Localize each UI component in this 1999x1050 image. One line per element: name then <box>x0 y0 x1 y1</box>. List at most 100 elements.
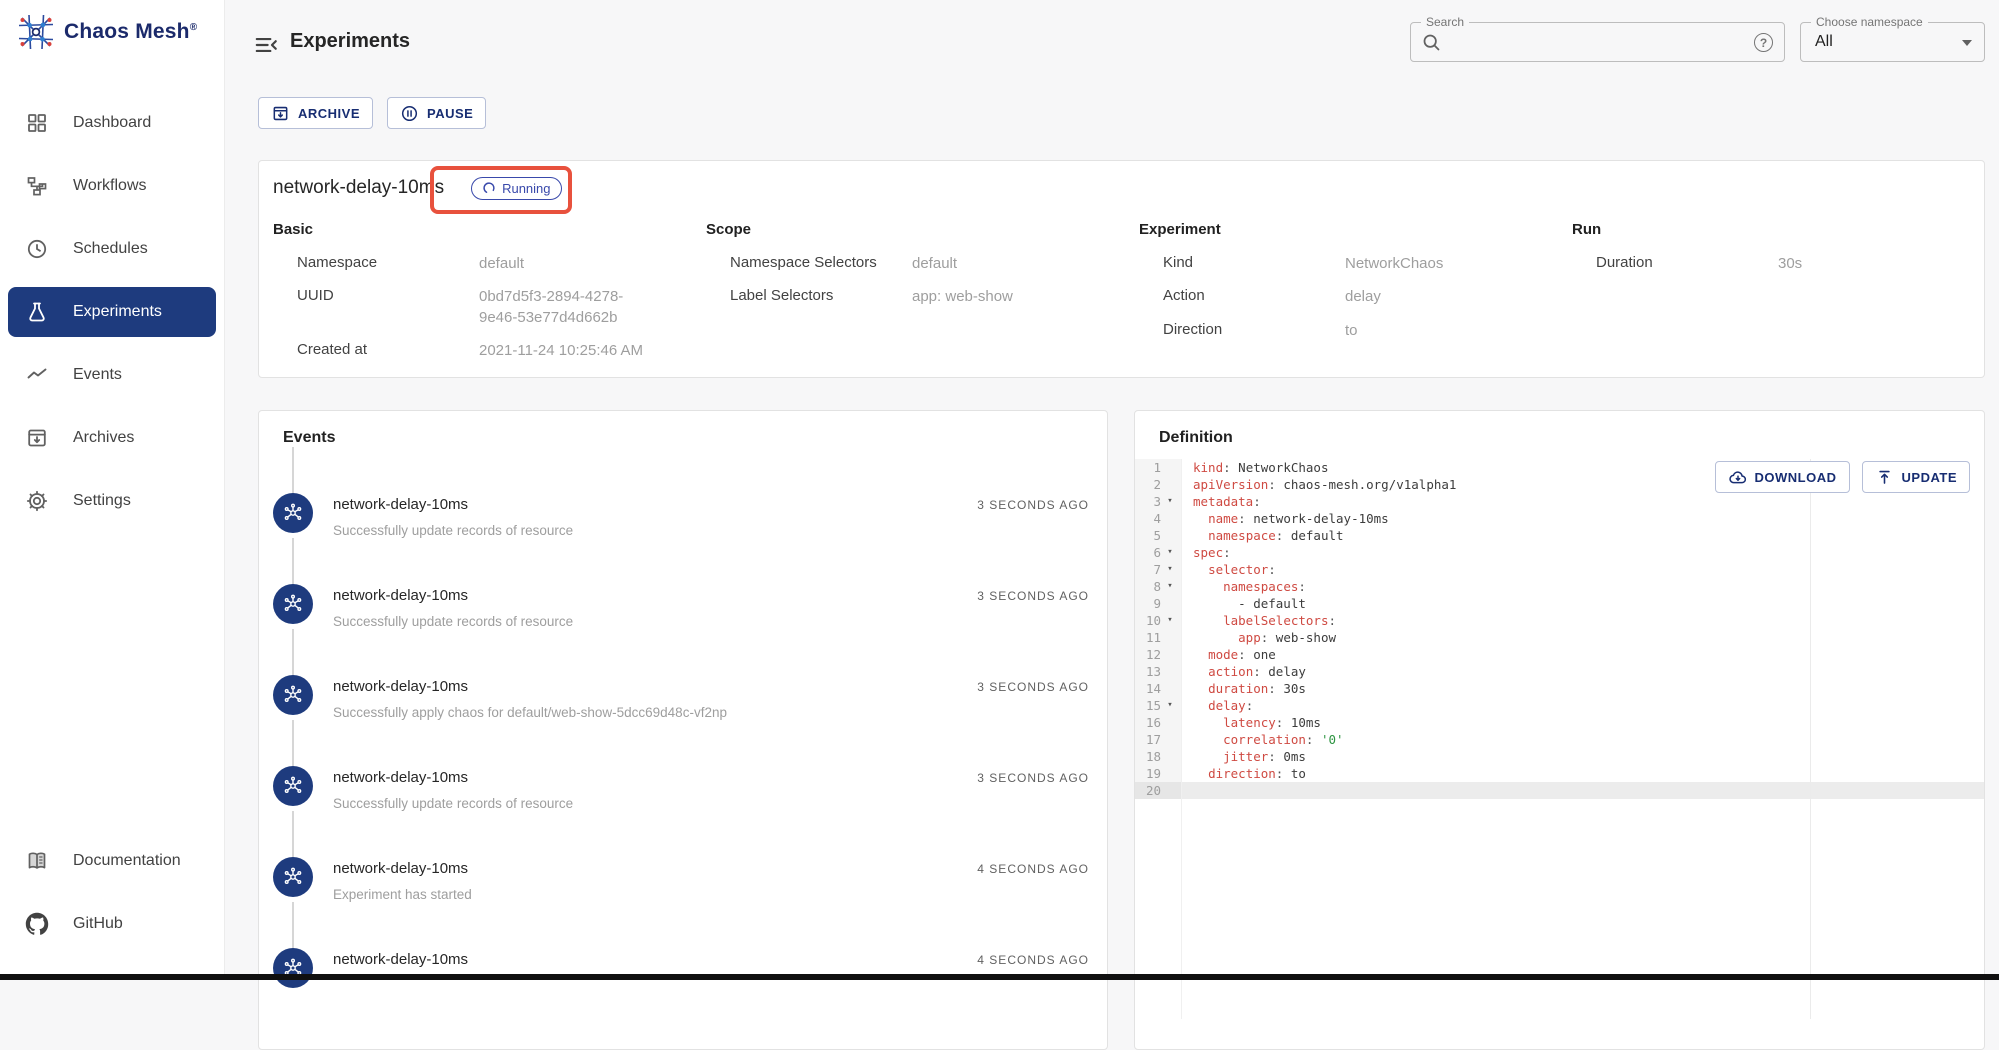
fold-marker-empty <box>1161 765 1179 782</box>
code-line[interactable]: 12 mode: one <box>1135 646 1984 663</box>
code-line[interactable]: 16 latency: 10ms <box>1135 714 1984 731</box>
code-line[interactable]: 13 action: delay <box>1135 663 1984 680</box>
pause-icon <box>400 104 419 123</box>
code-line[interactable]: 15▾ delay: <box>1135 697 1984 714</box>
sidebar-item-schedules[interactable]: Schedules <box>8 224 216 274</box>
code-text: app: web-show <box>1181 629 1336 646</box>
timeline-connector <box>292 538 294 584</box>
archive-icon <box>25 426 49 450</box>
chevron-down-icon <box>1962 40 1972 46</box>
code-line[interactable]: 20 <box>1135 782 1984 799</box>
event-timestamp: 3 SECONDS AGO <box>977 771 1089 785</box>
fold-marker-empty <box>1161 527 1179 544</box>
code-line[interactable]: 10▾ labelSelectors: <box>1135 612 1984 629</box>
event-name: network-delay-10ms <box>333 860 472 877</box>
app-logo[interactable]: Chaos Mesh® <box>16 12 197 52</box>
namespace-select[interactable]: Choose namespace All <box>1800 22 1985 62</box>
code-text: direction: to <box>1181 765 1306 782</box>
code-text: namespaces: <box>1181 578 1306 595</box>
archive-button-label: ARCHIVE <box>298 106 360 121</box>
detail-value: 2021-11-24 10:25:46 AM <box>479 341 659 361</box>
sidebar-item-label: Schedules <box>73 240 148 258</box>
experiment-detail-card: network-delay-10ms Running Basic Namespa… <box>258 160 1985 378</box>
event-item[interactable]: network-delay-10ms Successfully update r… <box>273 447 1107 538</box>
menu-open-icon[interactable] <box>253 32 279 58</box>
sidebar-item-settings[interactable]: Settings <box>8 476 216 526</box>
code-line[interactable]: 4 name: network-delay-10ms <box>1135 510 1984 527</box>
experiment-sections: Basic Namespace default UUID 0bd7d5f3-28… <box>259 215 1984 374</box>
code-line[interactable]: 11 app: web-show <box>1135 629 1984 646</box>
code-text: delay: <box>1181 697 1253 714</box>
event-item[interactable]: network-delay-10ms Successfully update r… <box>273 538 1107 629</box>
sidebar-item-experiments[interactable]: Experiments <box>8 287 216 337</box>
update-button-label: UPDATE <box>1902 470 1957 485</box>
event-item[interactable]: network-delay-10ms Experiment has starte… <box>273 811 1107 902</box>
event-message: Experiment has started <box>333 887 472 902</box>
fold-marker-empty <box>1161 629 1179 646</box>
pause-button[interactable]: PAUSE <box>387 97 486 129</box>
event-item[interactable]: network-delay-10ms Successfully apply ch… <box>273 629 1107 720</box>
update-button[interactable]: UPDATE <box>1862 461 1970 493</box>
code-text: kind: NetworkChaos <box>1181 459 1328 476</box>
fold-marker-empty <box>1161 595 1179 612</box>
fold-marker-icon[interactable]: ▾ <box>1161 697 1179 714</box>
fold-marker-empty <box>1161 731 1179 748</box>
archive-button[interactable]: ARCHIVE <box>258 97 373 129</box>
experiment-toolbar: ARCHIVE PAUSE <box>258 97 486 129</box>
spinner-icon <box>482 181 496 195</box>
page-title: Experiments <box>290 30 410 53</box>
line-number: 17 <box>1135 731 1161 748</box>
code-line[interactable]: 5 namespace: default <box>1135 527 1984 544</box>
sidebar-item-github[interactable]: GitHub <box>8 899 216 949</box>
line-number: 16 <box>1135 714 1161 731</box>
search-input[interactable] <box>1449 24 1739 60</box>
network-chaos-avatar-icon <box>273 493 313 533</box>
download-button[interactable]: DOWNLOAD <box>1715 461 1850 493</box>
detail-value: 30s <box>1778 254 1958 274</box>
fold-marker-icon[interactable]: ▾ <box>1161 493 1179 510</box>
line-number: 18 <box>1135 748 1161 765</box>
fold-marker-icon[interactable]: ▾ <box>1161 561 1179 578</box>
code-line[interactable]: 7▾ selector: <box>1135 561 1984 578</box>
sidebar-item-dashboard[interactable]: Dashboard <box>8 98 216 148</box>
search-field[interactable]: Search ? <box>1410 22 1785 62</box>
search-help-icon[interactable]: ? <box>1754 33 1773 52</box>
code-line[interactable]: 19 direction: to <box>1135 765 1984 782</box>
section-run: Run Duration 30s <box>1572 221 1999 374</box>
fold-marker-icon[interactable]: ▾ <box>1161 612 1179 629</box>
code-line[interactable]: 3▾metadata: <box>1135 493 1984 510</box>
status-badge[interactable]: Running <box>471 177 561 200</box>
event-name: network-delay-10ms <box>333 678 727 695</box>
detail-row: Label Selectors app: web-show <box>706 287 1139 307</box>
event-item[interactable]: network-delay-10ms Successfully update r… <box>273 720 1107 811</box>
sidebar-item-events[interactable]: Events <box>8 350 216 400</box>
sidebar-item-archives[interactable]: Archives <box>8 413 216 463</box>
timeline-connector <box>292 720 294 766</box>
event-name: network-delay-10ms <box>333 496 573 513</box>
detail-value: default <box>479 254 659 274</box>
code-text: selector: <box>1181 561 1276 578</box>
code-line[interactable]: 14 duration: 30s <box>1135 680 1984 697</box>
fold-marker-icon[interactable]: ▾ <box>1161 578 1179 595</box>
sidebar-item-documentation[interactable]: Documentation <box>8 836 216 886</box>
network-chaos-avatar-icon <box>273 857 313 897</box>
dashboard-icon <box>25 111 49 135</box>
line-number: 13 <box>1135 663 1161 680</box>
detail-label: Kind <box>1163 254 1345 274</box>
code-line[interactable]: 9 - default <box>1135 595 1984 612</box>
experiment-title-row: network-delay-10ms Running <box>259 161 1984 215</box>
yaml-editor-lines: 1kind: NetworkChaos2apiVersion: chaos-me… <box>1135 459 1984 799</box>
line-number: 6 <box>1135 544 1161 561</box>
detail-label: Namespace Selectors <box>730 254 912 274</box>
line-number: 14 <box>1135 680 1161 697</box>
code-line[interactable]: 17 correlation: '0' <box>1135 731 1984 748</box>
sidebar-item-label: Experiments <box>73 303 162 321</box>
code-line[interactable]: 6▾spec: <box>1135 544 1984 561</box>
sidebar-item-workflows[interactable]: Workflows <box>8 161 216 211</box>
section-basic: Basic Namespace default UUID 0bd7d5f3-28… <box>273 221 706 374</box>
event-timestamp: 3 SECONDS AGO <box>977 589 1089 603</box>
fold-marker-icon[interactable]: ▾ <box>1161 544 1179 561</box>
code-line[interactable]: 8▾ namespaces: <box>1135 578 1984 595</box>
yaml-editor[interactable]: 1kind: NetworkChaos2apiVersion: chaos-me… <box>1135 459 1984 1019</box>
code-line[interactable]: 18 jitter: 0ms <box>1135 748 1984 765</box>
